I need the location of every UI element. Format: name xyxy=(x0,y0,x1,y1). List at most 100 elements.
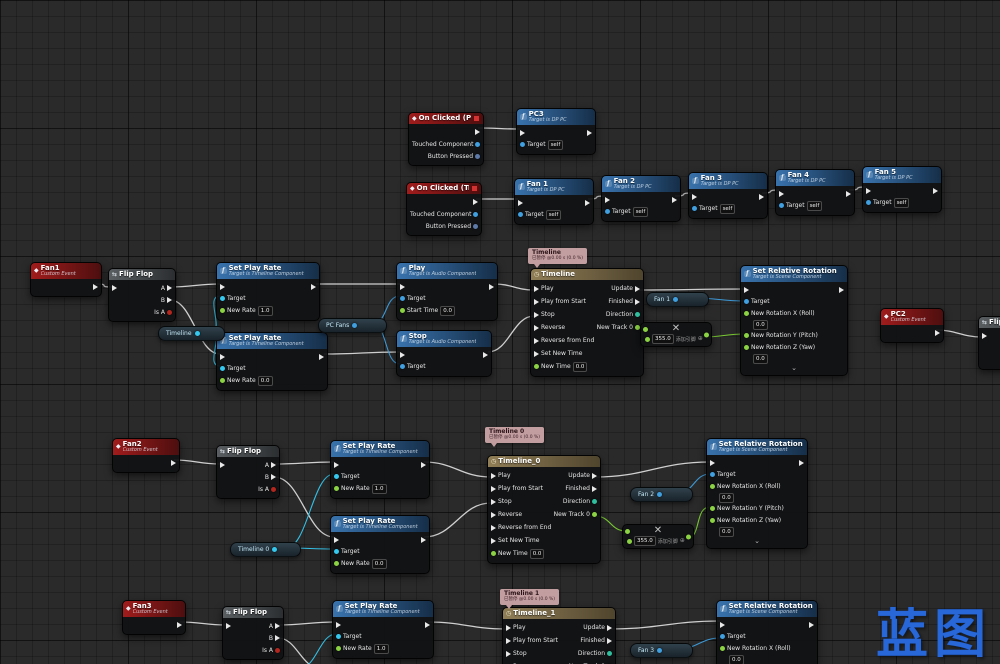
exec-pin[interactable] xyxy=(421,536,426,543)
obj-pin[interactable] xyxy=(692,206,697,212)
exec-pin[interactable] xyxy=(534,350,539,357)
float-pin[interactable] xyxy=(220,308,225,314)
pin-value-input[interactable]: 1.0 xyxy=(257,305,273,316)
bool-pin[interactable] xyxy=(271,486,276,492)
pin-value-input[interactable]: 0.0 xyxy=(572,361,588,372)
pin-value-input[interactable]: 0.0 xyxy=(371,558,387,569)
exec-pin[interactable] xyxy=(605,196,610,203)
flip-flop-3[interactable]: ⇆ Flip Flop A B Is A xyxy=(222,606,284,660)
chevron-down-icon[interactable]: ⌄ xyxy=(791,364,797,371)
exec-pin[interactable] xyxy=(319,353,324,360)
exec-pin[interactable] xyxy=(534,285,539,292)
pin-value-input[interactable]: 0.0 xyxy=(753,319,768,330)
variable-output-pin[interactable] xyxy=(194,331,200,336)
fan3-call[interactable]: f Fan 3 Target is DP PC Target self xyxy=(688,172,768,219)
exec-pin[interactable] xyxy=(220,353,225,360)
obj-pin[interactable] xyxy=(400,296,405,302)
key-pin[interactable] xyxy=(475,153,480,159)
exec-pin[interactable] xyxy=(112,285,117,291)
bool-pin[interactable] xyxy=(275,647,280,653)
set-play-rate-1[interactable]: f Set Play Rate Target is Timeline Compone… xyxy=(216,262,320,321)
exec-pin[interactable] xyxy=(587,129,592,136)
multiply-output-pin[interactable] xyxy=(704,332,709,337)
exec-pin[interactable] xyxy=(672,196,677,203)
exec-pin[interactable] xyxy=(534,337,539,344)
set-play-rate-5[interactable]: f Set Play Rate Target is Timeline Compone… xyxy=(332,600,434,659)
delegate-pin[interactable] xyxy=(471,185,478,192)
bool-pin[interactable] xyxy=(167,309,172,315)
float-pin[interactable] xyxy=(334,486,339,492)
set-relative-rotation-2[interactable]: f Set Relative Rotation Target is Scene Co… xyxy=(706,438,808,549)
exec-pin[interactable] xyxy=(933,187,938,194)
flip-flop-right[interactable]: ⇆Flip FlopABIs A xyxy=(978,316,1000,370)
pin-value-input[interactable]: self xyxy=(719,203,736,214)
variable-output-pin[interactable] xyxy=(657,492,663,497)
float-pin[interactable] xyxy=(334,561,339,567)
exec-pin[interactable] xyxy=(271,474,276,480)
obj-pin[interactable] xyxy=(720,634,725,640)
exec-pin[interactable] xyxy=(635,285,640,292)
exec-pin[interactable] xyxy=(491,485,496,492)
pin-value-input[interactable]: self xyxy=(806,200,823,211)
pc-fans-var[interactable]: PC Fans xyxy=(318,318,387,333)
pin-value-input[interactable]: 1.0 xyxy=(371,483,387,494)
exec-pin[interactable] xyxy=(607,637,612,644)
obj-pin[interactable] xyxy=(710,472,715,478)
enum-pin[interactable] xyxy=(635,312,640,317)
tlc-pin[interactable] xyxy=(220,296,225,302)
flip-flop-2[interactable]: ⇆ Flip Flop A B Is A xyxy=(216,445,280,499)
key-pin[interactable] xyxy=(473,223,478,229)
variable-output-pin[interactable] xyxy=(272,547,278,552)
stop-audio[interactable]: f Stop Target is Audio Component Target xyxy=(396,330,492,377)
obj-pin[interactable] xyxy=(744,299,749,305)
exec-pin[interactable] xyxy=(491,472,496,479)
multiply-input-pin[interactable] xyxy=(645,336,650,342)
fan1-var[interactable]: Fan 1 xyxy=(646,292,709,307)
exec-pin[interactable] xyxy=(491,511,496,518)
exec-pin[interactable] xyxy=(710,459,715,466)
timeline-node[interactable]: ◷ Timeline Play Update Play from Start Finish… xyxy=(530,268,644,377)
exec-pin[interactable] xyxy=(592,472,597,479)
pin-value-input[interactable]: 0.0 xyxy=(257,375,273,386)
exec-pin[interactable] xyxy=(935,329,940,336)
obj-pin[interactable] xyxy=(475,141,481,147)
fan4-call[interactable]: f Fan 4 Target is DP PC Target self xyxy=(775,169,855,216)
set-play-rate-2[interactable]: f Set Play Rate Target is Timeline Compone… xyxy=(216,332,328,391)
tlc-pin[interactable] xyxy=(334,474,339,480)
fan2-event[interactable]: ◆ Fan2 Custom Event xyxy=(112,438,180,473)
float-pin[interactable] xyxy=(534,364,539,369)
pin-value-input[interactable]: 0.0 xyxy=(719,526,734,537)
exec-pin[interactable] xyxy=(400,283,405,290)
pin-value-input[interactable]: 0.0 xyxy=(753,353,768,364)
flip-flop-1[interactable]: ⇆ Flip Flop A B Is A xyxy=(108,268,176,322)
chevron-down-icon[interactable]: ⌄ xyxy=(754,537,760,544)
blueprint-graph-canvas[interactable]: 蓝图 ◆On Clicked (PC_1)Touched ComponentBu… xyxy=(0,0,1000,664)
enum-pin[interactable] xyxy=(607,651,612,656)
multiplier-value-input[interactable]: 355.0 xyxy=(634,536,656,546)
exec-pin[interactable] xyxy=(491,537,496,544)
exec-pin[interactable] xyxy=(491,524,496,531)
exec-pin[interactable] xyxy=(534,298,539,305)
float-pin[interactable] xyxy=(744,345,749,351)
exec-pin[interactable] xyxy=(534,324,539,331)
add-pin-icon[interactable]: ⊕ xyxy=(680,538,685,544)
float-pin[interactable] xyxy=(400,308,405,314)
multiplier-value-input[interactable]: 355.0 xyxy=(652,334,674,344)
exec-pin[interactable] xyxy=(506,650,511,657)
exec-pin[interactable] xyxy=(425,621,430,628)
multiply-1[interactable]: ✕ 355.0 添加引脚 ⊕ xyxy=(640,322,712,347)
obj-pin[interactable] xyxy=(400,364,405,370)
obj-pin[interactable] xyxy=(866,200,871,206)
exec-pin[interactable] xyxy=(226,623,231,629)
exec-pin[interactable] xyxy=(336,621,341,628)
pin-value-input[interactable]: self xyxy=(893,197,910,208)
enum-pin[interactable] xyxy=(592,499,597,504)
set-relative-rotation-1[interactable]: f Set Relative Rotation Target is Scene Co… xyxy=(740,265,848,376)
on-clicked-pc1[interactable]: ◆On Clicked (PC_1) Touched Component Butto… xyxy=(408,112,484,166)
pin-value-input[interactable]: 0.0 xyxy=(440,305,455,316)
exec-pin[interactable] xyxy=(506,637,511,644)
pin-value-input[interactable]: self xyxy=(632,206,649,217)
timeline-0-var[interactable]: Timeline 0 xyxy=(230,542,301,557)
exec-pin[interactable] xyxy=(809,621,814,628)
set-relative-rotation-3[interactable]: f Set Relative Rotation Target is Scene Co… xyxy=(716,600,818,664)
